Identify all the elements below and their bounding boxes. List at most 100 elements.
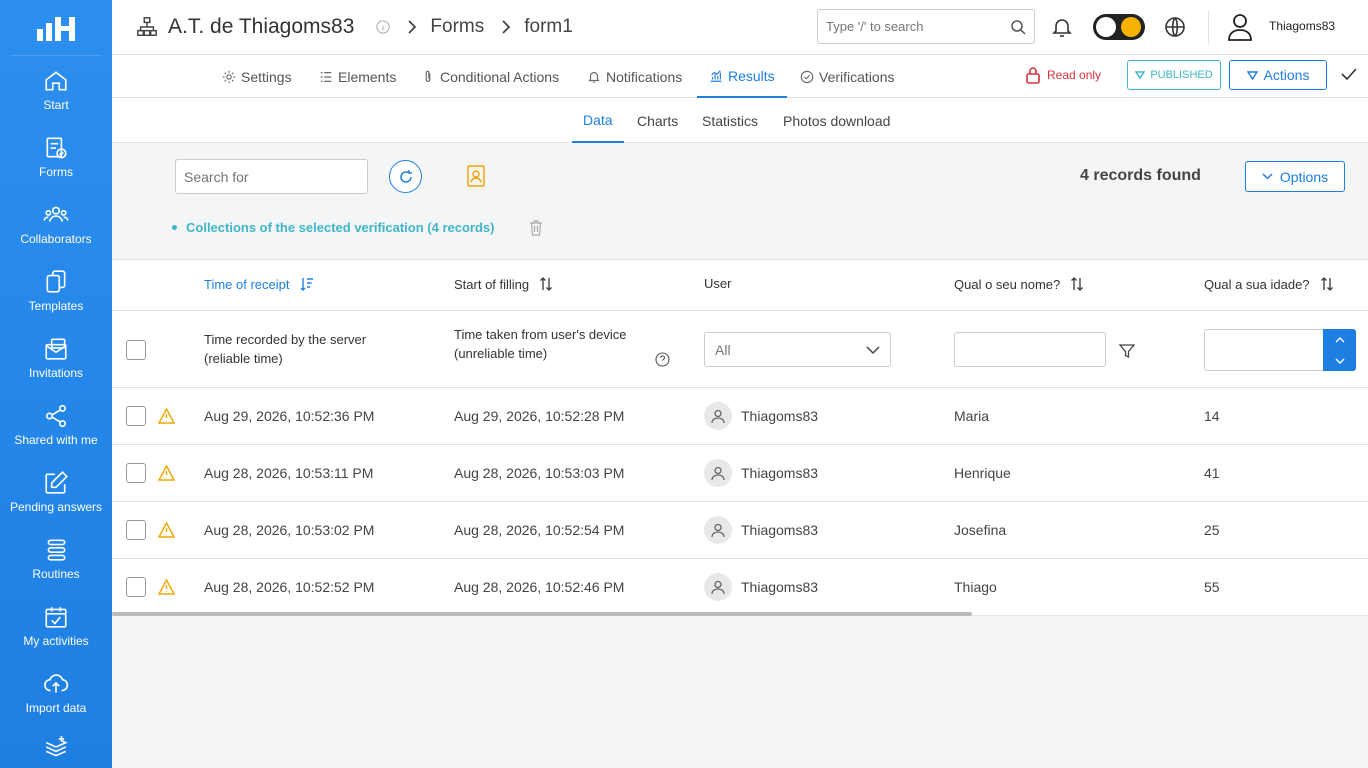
organization-icon xyxy=(137,17,157,36)
tab-results[interactable]: Results xyxy=(697,55,787,98)
sidebar-item-invitations[interactable]: Invitations xyxy=(0,324,112,391)
logo-icon xyxy=(37,16,75,41)
tab-label: Settings xyxy=(241,68,292,85)
invitations-icon xyxy=(45,337,67,360)
globe-icon[interactable] xyxy=(1163,15,1187,39)
sidebar-item-start[interactable]: Start xyxy=(0,56,112,123)
tab-label: Conditional Actions xyxy=(440,68,560,85)
tab-label: Elements xyxy=(338,68,397,85)
name-filter-input[interactable] xyxy=(954,332,1106,367)
table-row[interactable]: Aug 28, 2026, 10:52:52 PM Aug 28, 2026, … xyxy=(112,559,1368,616)
user-filter-value: All xyxy=(715,341,731,358)
info-icon[interactable] xyxy=(376,20,391,34)
avatar xyxy=(704,573,732,601)
username[interactable]: Thiagoms83 xyxy=(1269,19,1335,33)
row-checkbox[interactable] xyxy=(126,577,146,597)
cell-time-of-receipt: Aug 28, 2026, 10:52:52 PM xyxy=(204,579,375,595)
cell-name: Josefina xyxy=(954,522,1007,538)
table-filter-row: Time recorded by the server (reliable ti… xyxy=(112,311,1368,388)
collaborators-icon xyxy=(43,206,69,222)
gear-icon xyxy=(222,70,236,83)
help-icon[interactable] xyxy=(655,352,670,367)
sidebar-item-import[interactable]: Import data xyxy=(0,659,112,726)
cell-age: 41 xyxy=(1204,465,1220,481)
sidebar-item-activities[interactable]: My activities xyxy=(0,592,112,659)
table-row[interactable]: Aug 28, 2026, 10:53:02 PM Aug 28, 2026, … xyxy=(112,502,1368,559)
table-row[interactable]: Aug 28, 2026, 10:53:11 PM Aug 28, 2026, … xyxy=(112,445,1368,502)
cell-age: 55 xyxy=(1204,579,1220,595)
subtab-photos-download[interactable]: Photos download xyxy=(783,98,890,143)
tab-settings[interactable]: Settings xyxy=(222,55,292,98)
cell-start-of-filling: Aug 29, 2026, 10:52:28 PM xyxy=(454,408,625,424)
row-checkbox[interactable] xyxy=(126,406,146,426)
published-button[interactable]: PUBLISHED xyxy=(1127,60,1221,90)
sidebar-item-collaborators[interactable]: Collaborators xyxy=(0,190,112,257)
global-search[interactable] xyxy=(817,9,1035,44)
bell-icon xyxy=(588,71,600,83)
warning-icon[interactable] xyxy=(158,522,175,538)
global-search-input[interactable] xyxy=(826,19,1010,34)
cell-user: Thiagoms83 xyxy=(741,579,819,595)
sidebar-item-label: Shared with me xyxy=(14,432,98,447)
bullet xyxy=(172,225,177,230)
warning-icon[interactable] xyxy=(158,408,175,424)
subtab-data[interactable]: Data xyxy=(572,98,624,143)
tab-conditional-actions[interactable]: Conditional Actions xyxy=(421,55,559,98)
subtab-statistics[interactable]: Statistics xyxy=(702,98,758,143)
options-button[interactable]: Options xyxy=(1245,161,1345,192)
actions-button[interactable]: Actions xyxy=(1229,60,1327,90)
sidebar-item-more[interactable] xyxy=(0,726,112,766)
warning-icon[interactable] xyxy=(158,465,175,481)
table-row[interactable]: Aug 29, 2026, 10:52:36 PM Aug 29, 2026, … xyxy=(112,388,1368,445)
collection-filter[interactable]: Collections of the selected verification… xyxy=(172,220,494,235)
user-filter-select[interactable]: All xyxy=(704,332,891,367)
toggle-knob xyxy=(1096,17,1116,37)
select-all-checkbox[interactable] xyxy=(126,340,146,360)
column-header-user: User xyxy=(704,276,731,291)
tab-elements[interactable]: Elements xyxy=(319,55,396,98)
lock-icon xyxy=(1026,67,1040,84)
column-header-start-of-filling[interactable]: Start of filling xyxy=(454,276,553,292)
age-stepper[interactable] xyxy=(1323,329,1356,371)
tab-notifications[interactable]: Notifications xyxy=(587,55,682,98)
refresh-button[interactable] xyxy=(389,160,422,193)
column-header-label: Start of filling xyxy=(454,276,530,292)
chevron-down-icon xyxy=(1262,173,1273,180)
theme-toggle[interactable] xyxy=(1093,14,1145,40)
trash-icon[interactable] xyxy=(529,220,543,236)
chevron-up-icon[interactable] xyxy=(1335,336,1345,343)
bell-icon[interactable] xyxy=(1050,15,1074,39)
column-header-name[interactable]: Qual o seu nome? xyxy=(954,276,1084,292)
horizontal-scrollbar[interactable] xyxy=(112,612,972,616)
search-icon[interactable] xyxy=(1010,19,1026,35)
sidebar-item-shared[interactable]: Shared with me xyxy=(0,391,112,458)
subtab-charts[interactable]: Charts xyxy=(637,98,678,143)
column-header-age[interactable]: Qual a sua idade? xyxy=(1204,276,1334,292)
sidebar-item-label: Invitations xyxy=(28,365,84,380)
row-checkbox[interactable] xyxy=(126,520,146,540)
warning-icon[interactable] xyxy=(158,579,175,595)
sidebar-item-routines[interactable]: Routines xyxy=(0,525,112,592)
breadcrumb-forms[interactable]: Forms xyxy=(430,16,484,38)
user-icon[interactable] xyxy=(1226,12,1254,42)
cell-name: Maria xyxy=(954,408,990,424)
contact-book-icon[interactable] xyxy=(466,165,486,187)
app-logo[interactable] xyxy=(10,0,102,56)
chevron-down-icon[interactable] xyxy=(1335,358,1345,364)
check-icon[interactable] xyxy=(1340,65,1358,83)
age-filter-input[interactable] xyxy=(1204,329,1324,371)
table-header: Time of receipt Start of filling User Qu… xyxy=(112,260,1368,311)
sidebar-item-templates[interactable]: Templates xyxy=(0,257,112,324)
filter-icon[interactable] xyxy=(1119,343,1135,359)
row-checkbox[interactable] xyxy=(126,463,146,483)
user-icon xyxy=(711,409,725,424)
tab-verifications[interactable]: Verifications xyxy=(800,55,894,98)
org-title[interactable]: A.T. de Thiagoms83 xyxy=(168,15,354,39)
column-header-time-of-receipt[interactable]: Time of receipt xyxy=(204,276,314,292)
sidebar-item-pending[interactable]: Pending answers xyxy=(0,458,112,525)
records-search-input[interactable] xyxy=(175,159,368,194)
read-only-badge: Read only xyxy=(1025,66,1101,84)
options-label: Options xyxy=(1279,168,1329,185)
sidebar-item-forms[interactable]: Forms xyxy=(0,123,112,190)
sun-icon xyxy=(1121,17,1141,37)
